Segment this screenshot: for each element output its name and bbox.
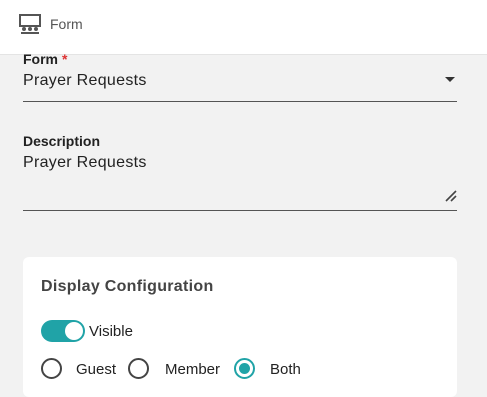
form-select[interactable]: Form * Prayer Requests — [23, 48, 457, 102]
resize-handle-icon[interactable] — [443, 188, 457, 202]
description-label: Description — [23, 133, 101, 149]
form-label: Form * — [23, 51, 68, 67]
radio-both-label: Both — [270, 361, 301, 378]
form-select-value: Prayer Requests — [23, 72, 147, 89]
display-configuration-card: Display Configuration Visible Guest Memb… — [23, 257, 457, 397]
radio-selected-dot — [239, 363, 250, 374]
top-bar: Form — [0, 0, 487, 55]
radio-member-label: Member — [165, 361, 221, 378]
radio-both[interactable] — [234, 358, 255, 379]
chevron-down-icon[interactable] — [445, 77, 455, 82]
page-title: Form — [50, 16, 83, 32]
card-title: Display Configuration — [41, 278, 214, 295]
radio-guest-label: Guest — [76, 361, 117, 378]
radio-guest[interactable] — [41, 358, 62, 379]
radio-member[interactable] — [128, 358, 149, 379]
required-mark: * — [62, 51, 68, 67]
visible-toggle-label: Visible — [89, 323, 133, 340]
presentation-audience-icon — [19, 14, 41, 34]
toggle-knob — [65, 322, 83, 340]
description-textarea[interactable]: Description Prayer Requests — [23, 131, 457, 211]
description-value: Prayer Requests — [23, 154, 147, 171]
visible-toggle[interactable] — [41, 320, 85, 342]
